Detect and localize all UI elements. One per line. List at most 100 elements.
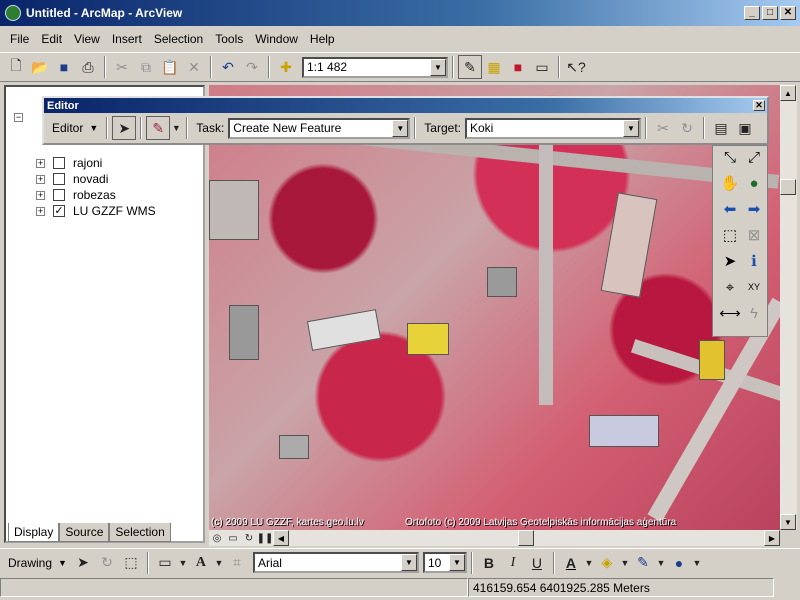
menu-help[interactable]: Help xyxy=(304,30,341,48)
font-color-icon[interactable]: A xyxy=(559,551,583,575)
pan-hand-icon[interactable]: ✋ xyxy=(719,172,741,194)
go-to-xy-icon[interactable]: XY xyxy=(743,276,765,298)
fill-color-bucket-icon[interactable]: ◈ xyxy=(595,551,619,575)
sketch-tool-pencil-icon[interactable]: ✎ xyxy=(146,116,171,140)
layer-visibility-checkbox-checked[interactable]: ✓ xyxy=(53,205,65,217)
clear-selection-icon[interactable]: ⊠ xyxy=(743,224,765,246)
sketch-properties-icon[interactable]: ▣ xyxy=(733,116,757,140)
chevron-down-icon[interactable]: ▼ xyxy=(400,554,417,571)
arctoolbox-icon[interactable]: ■ xyxy=(506,55,530,79)
fixed-zoom-in-icon[interactable]: ⤡ xyxy=(719,146,741,168)
arcmap-app-icon[interactable] xyxy=(5,5,21,21)
layer-visibility-checkbox[interactable] xyxy=(53,189,65,201)
layer-visibility-checkbox[interactable] xyxy=(53,157,65,169)
fill-color-dropdown-icon[interactable]: ▼ xyxy=(619,551,631,575)
menu-file[interactable]: File xyxy=(4,30,35,48)
menu-insert[interactable]: Insert xyxy=(106,30,148,48)
rotate-element-icon[interactable]: ↻ xyxy=(95,551,119,575)
chevron-down-icon[interactable]: ▼ xyxy=(448,554,465,571)
layer-row-novadi[interactable]: + novadi xyxy=(36,171,108,187)
menu-selection[interactable]: Selection xyxy=(148,30,209,48)
expand-icon[interactable]: − xyxy=(14,112,23,122)
pause-drawing-icon[interactable]: ❚❚ xyxy=(257,530,274,546)
menu-edit[interactable]: Edit xyxy=(35,30,68,48)
layer-row-robezas[interactable]: + robezas xyxy=(36,187,116,203)
print-icon[interactable]: ⎙ xyxy=(76,55,100,79)
minimize-button[interactable]: _ xyxy=(744,6,760,20)
attributes-icon[interactable]: ▤ xyxy=(709,116,733,140)
maximize-button[interactable]: □ xyxy=(762,6,778,20)
text-tool-icon[interactable]: A xyxy=(189,551,213,575)
scroll-thumb-horizontal[interactable] xyxy=(518,530,534,546)
rectangle-dropdown-icon[interactable]: ▼ xyxy=(177,551,189,575)
open-folder-icon[interactable]: 📂 xyxy=(28,55,52,79)
edit-vertices-icon[interactable]: ⌗ xyxy=(225,551,249,575)
scroll-left-icon[interactable]: ◀ xyxy=(273,530,289,546)
vertical-scrollbar[interactable]: ▲ ▼ xyxy=(780,85,797,530)
rectangle-icon[interactable]: ▭ xyxy=(153,551,177,575)
tab-selection[interactable]: Selection xyxy=(109,523,171,542)
line-color-icon[interactable]: ✎ xyxy=(631,551,655,575)
marker-color-dropdown-icon[interactable]: ▼ xyxy=(691,551,703,575)
chevron-down-icon[interactable]: ▼ xyxy=(430,58,446,76)
arccatalog-icon[interactable]: ▦ xyxy=(482,55,506,79)
bold-button[interactable]: B xyxy=(477,551,501,575)
find-binoculars-icon[interactable]: ⌖ xyxy=(719,276,741,298)
target-combo[interactable]: Koki ▼ xyxy=(464,117,641,139)
rotate-tool-icon[interactable]: ↻ xyxy=(675,116,699,140)
font-size-combo[interactable]: 10 ▼ xyxy=(422,552,467,573)
select-features-icon[interactable]: ⬚ xyxy=(719,224,741,246)
select-elements-arrow-icon[interactable]: ➤ xyxy=(719,250,741,272)
fixed-zoom-out-icon[interactable]: ⤢ xyxy=(743,146,765,168)
expand-icon[interactable]: + xyxy=(36,158,45,168)
data-view-icon[interactable]: ◎ xyxy=(209,530,225,546)
select-elements-icon[interactable]: ➤ xyxy=(71,551,95,575)
forward-arrow-icon[interactable]: ➡ xyxy=(743,198,765,220)
undo-icon[interactable]: ↶ xyxy=(216,55,240,79)
italic-button[interactable]: I xyxy=(501,551,525,575)
map-scale-combo[interactable]: 1:1 482 ▼ xyxy=(302,56,448,78)
drawing-menu-button[interactable]: Drawing ▼ xyxy=(4,552,71,574)
scroll-up-icon[interactable]: ▲ xyxy=(780,85,796,101)
font-combo[interactable]: Arial ▼ xyxy=(252,552,419,573)
back-arrow-icon[interactable]: ⬅ xyxy=(719,198,741,220)
editor-titlebar[interactable]: Editor ✕ xyxy=(44,98,767,113)
new-document-icon[interactable]: 🗋 xyxy=(4,55,28,79)
editor-close-icon[interactable]: ✕ xyxy=(753,100,765,111)
line-color-dropdown-icon[interactable]: ▼ xyxy=(655,551,667,575)
editor-toolbar-icon[interactable]: ✎ xyxy=(458,55,482,79)
redo-icon[interactable]: ↷ xyxy=(240,55,264,79)
expand-icon[interactable]: + xyxy=(36,174,45,184)
paste-icon[interactable]: 📋 xyxy=(158,55,182,79)
text-dropdown-icon[interactable]: ▼ xyxy=(213,551,225,575)
zoom-whole-page-icon[interactable]: ⬚ xyxy=(119,551,143,575)
split-tool-icon[interactable]: ✂ xyxy=(651,116,675,140)
edit-tool-arrow-icon[interactable]: ➤ xyxy=(112,116,137,140)
menu-window[interactable]: Window xyxy=(249,30,304,48)
tab-display[interactable]: Display xyxy=(8,523,60,542)
cut-icon[interactable]: ✂ xyxy=(110,55,134,79)
expand-icon[interactable]: + xyxy=(36,190,45,200)
save-icon[interactable]: ■ xyxy=(52,55,76,79)
layer-row-rajoni[interactable]: + rajoni xyxy=(36,155,102,171)
horizontal-scrollbar[interactable]: ◎ ▭ ↻ ❚❚ ◀ ▶ xyxy=(209,530,780,546)
hyperlink-lightning-icon[interactable]: ϟ xyxy=(743,302,765,324)
delete-icon[interactable]: ✕ xyxy=(182,55,206,79)
tab-source[interactable]: Source xyxy=(59,523,110,542)
scroll-down-icon[interactable]: ▼ xyxy=(780,514,796,530)
layer-row-lu-gzzf-wms[interactable]: + ✓ LU GZZF WMS xyxy=(36,203,156,219)
close-button[interactable]: ✕ xyxy=(780,6,796,20)
whats-this-help-icon[interactable]: ↖? xyxy=(564,55,588,79)
measure-icon[interactable]: ⟷ xyxy=(719,302,741,324)
layout-view-icon[interactable]: ▭ xyxy=(225,530,241,546)
add-data-icon[interactable]: ✚ xyxy=(274,55,298,79)
identify-info-icon[interactable]: ℹ xyxy=(743,250,765,272)
task-combo[interactable]: Create New Feature ▼ xyxy=(228,117,411,139)
sketch-tool-dropdown-icon[interactable]: ▼ xyxy=(170,116,182,140)
underline-button[interactable]: U xyxy=(525,551,549,575)
scroll-right-icon[interactable]: ▶ xyxy=(764,530,780,546)
full-extent-globe-icon[interactable]: ● xyxy=(743,172,765,194)
command-line-icon[interactable]: ▭ xyxy=(530,55,554,79)
editor-menu-button[interactable]: Editor ▼ xyxy=(48,117,102,139)
scroll-thumb[interactable] xyxy=(780,179,796,195)
